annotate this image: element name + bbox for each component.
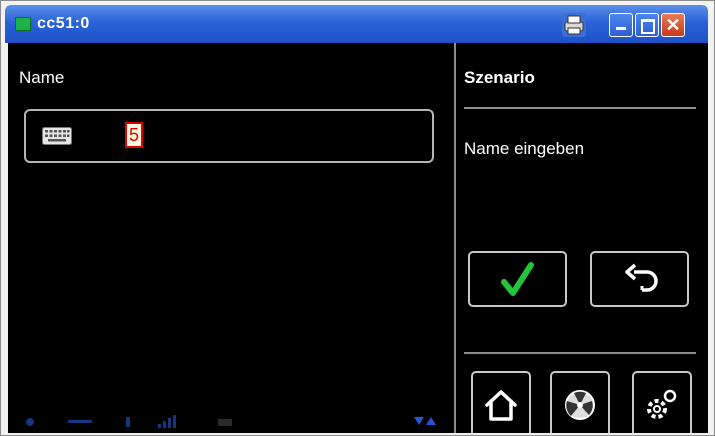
back-arrow-icon: [625, 263, 658, 292]
maximize-button[interactable]: [635, 13, 659, 37]
keyboard-icon[interactable]: [42, 127, 72, 145]
name-label: Name: [19, 68, 65, 87]
fan-button[interactable]: [550, 371, 610, 433]
home-button[interactable]: [471, 371, 531, 433]
confirm-check-icon: [501, 262, 534, 296]
side-divider-top: [464, 107, 696, 109]
settings-button[interactable]: [632, 371, 692, 433]
window-title: cc51:0: [37, 15, 90, 32]
fan-icon: [565, 390, 595, 420]
app-window: cc51:0 ✕ Name 5 Szenario Name eingeben: [0, 0, 715, 436]
panel-divider: [454, 43, 456, 433]
app-icon: [15, 17, 31, 31]
name-input-value: 5: [125, 122, 144, 148]
side-hint: Name eingeben: [464, 139, 585, 158]
side-divider-bottom: [464, 352, 696, 354]
name-input[interactable]: 5: [24, 109, 434, 163]
confirm-button[interactable]: [468, 251, 567, 307]
gear-icon: [647, 389, 677, 419]
title-bar[interactable]: cc51:0 ✕: [5, 5, 708, 43]
device-screen: Name 5 Szenario Name eingeben: [8, 43, 708, 433]
print-icon: [564, 15, 584, 35]
back-button[interactable]: [590, 251, 689, 307]
print-button[interactable]: [562, 13, 586, 37]
minimize-button[interactable]: [609, 13, 633, 37]
status-bar: [26, 415, 436, 428]
close-button[interactable]: ✕: [661, 13, 685, 37]
home-icon: [485, 390, 517, 421]
close-icon: ✕: [665, 15, 681, 35]
side-title: Szenario: [464, 68, 535, 87]
